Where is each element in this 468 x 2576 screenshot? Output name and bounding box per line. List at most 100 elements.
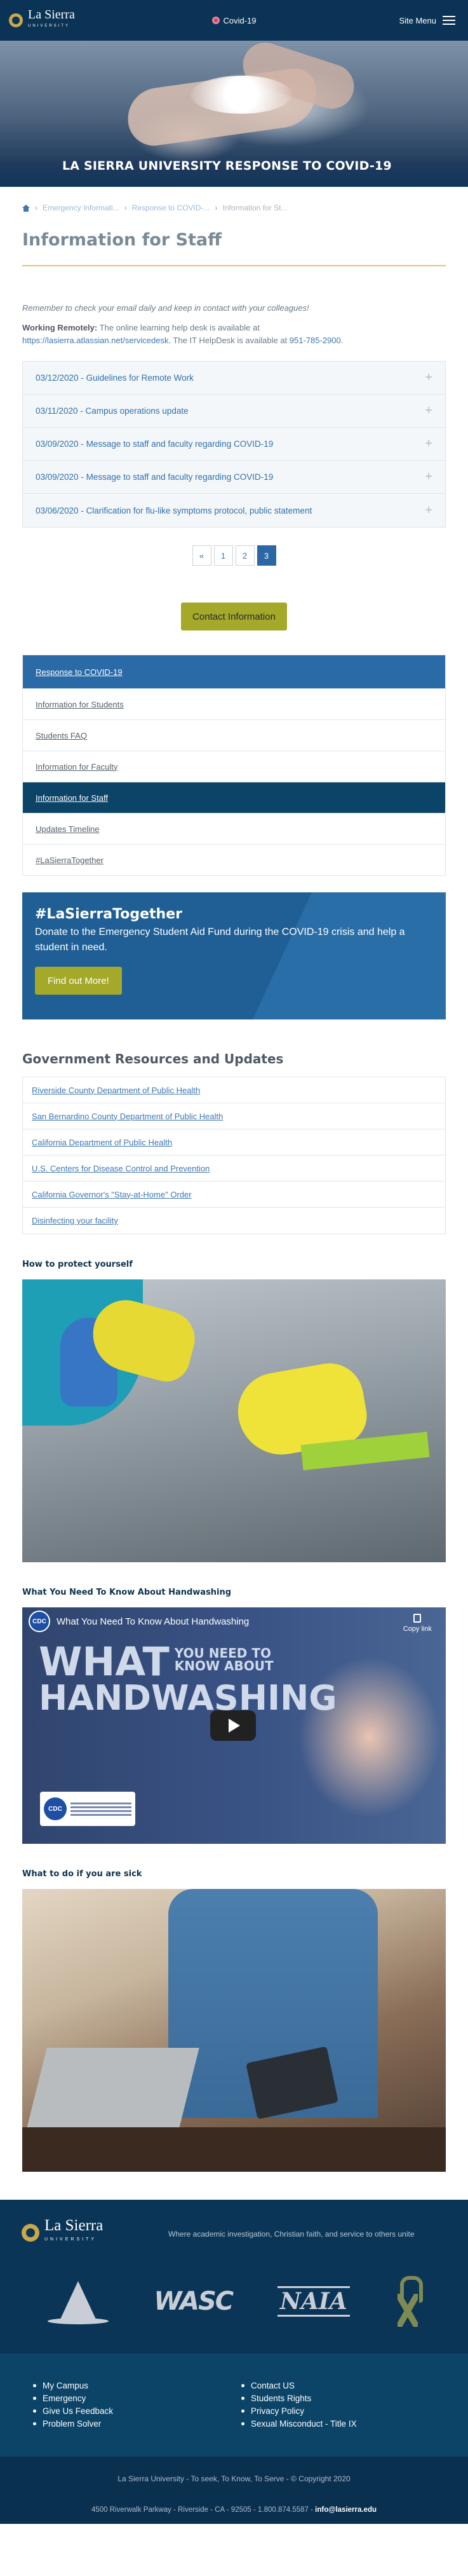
wasc-logo[interactable]: WASC [154,2287,234,2316]
site-logo[interactable]: La Sierra UNIVERSITY [9,8,75,32]
gov-link-stay-at-home[interactable]: California Governor's "Stay-at-Home" Ord… [23,1182,445,1208]
footer-link-my-campus[interactable]: My Campus [33,2379,241,2392]
accordion-item[interactable]: 03/06/2020 - Clarification for flu-like … [23,494,445,527]
plus-icon: + [425,470,432,484]
plus-icon: + [425,404,432,418]
donate-title: #LaSierraTogether [35,906,182,922]
footer-links: My Campus Emergency Give Us Feedback Pro… [0,2354,468,2457]
find-out-more-button[interactable]: Find out More! [35,967,122,995]
nav-info-students[interactable]: Information for Students [23,688,445,719]
video-thumbnail-text: WHAT YOU NEED TO KNOW ABOUT HANDWASHING [39,1639,337,1718]
top-bar: La Sierra UNIVERSITY Covid-19 Site Menu [0,0,468,41]
page-title: Information for Staff [22,224,446,266]
video-title-bar: CDC What You Need To Know About Handwash… [22,1607,446,1635]
footer-link-contact[interactable]: Contact US [241,2379,432,2392]
site-menu-label: Site Menu [399,15,436,25]
donate-text: Donate to the Emergency Student Aid Fund… [35,927,405,953]
working-remotely-text: Working Remotely: The online learning he… [22,322,446,347]
nav-students-faq[interactable]: Students FAQ [23,719,445,751]
logo-wordmark: La Sierra UNIVERSITY [28,8,75,28]
nav-info-faculty[interactable]: Information for Faculty [23,751,445,782]
site-menu-button[interactable]: Site Menu [399,16,455,25]
covid-link[interactable]: Covid-19 [211,15,257,25]
accordion-item[interactable]: 03/11/2020 - Campus operations update + [23,395,445,428]
gov-link-cdph[interactable]: California Department of Public Health [23,1129,445,1155]
adventist-church-logo-icon[interactable] [48,2275,109,2328]
badge-text-lines [70,1802,131,1816]
contact-information-button[interactable]: Contact Information [181,603,287,630]
university-seal-icon [22,2224,39,2242]
accordion-item-label: 03/06/2020 - Clarification for flu-like … [36,505,312,515]
footer-tagline: Where academic investigation, Christian … [168,2230,415,2239]
hamburger-icon [443,16,455,25]
working-text: . The IT HelpDesk is available at [168,336,288,345]
naia-logo[interactable]: NAIA [277,2286,350,2317]
handwashing-video[interactable]: CDC What You Need To Know About Handwash… [22,1607,446,1844]
pager-page-3[interactable]: 3 [257,545,276,566]
pager-page-1[interactable]: 1 [213,545,233,566]
footer-link-feedback[interactable]: Give Us Feedback [33,2404,241,2417]
accordion-item-label: 03/11/2020 - Campus operations update [36,406,189,416]
virus-icon [211,17,220,24]
gov-resources-list: Riverside County Department of Public He… [22,1077,446,1234]
copy-link-button[interactable]: Copy link [403,1614,432,1633]
covid-link-label: Covid-19 [223,15,257,25]
nav-info-staff[interactable]: Information for Staff [23,782,445,813]
reminder-text: Remember to check your email daily and k… [22,303,309,313]
footer-link-students-rights[interactable]: Students Rights [241,2392,432,2404]
hero-banner: LA SIERRA UNIVERSITY RESPONSE TO COVID-1… [0,41,468,187]
footer-link-privacy[interactable]: Privacy Policy [241,2404,432,2417]
nav-lasierratogether[interactable]: #LaSierraTogether [23,844,445,875]
plus-icon: + [425,503,432,517]
handwashing-title: What You Need To Know About Handwashing [22,1588,232,1597]
gov-link-riverside[interactable]: Riverside County Department of Public He… [23,1077,445,1103]
thumbnail-word: HANDWASHING [39,1678,337,1718]
breadcrumb-separator: › [215,203,218,212]
pagination: « 1 2 3 [22,545,446,566]
breadcrumb-emergency[interactable]: Emergency Informati... [43,203,119,212]
footer-link-emergency[interactable]: Emergency [33,2392,241,2404]
announcements-accordion: 03/12/2020 - Guidelines for Remote Work +… [22,361,446,528]
plus-icon: + [425,437,432,451]
accordion-item[interactable]: 03/09/2020 - Message to staff and facult… [23,461,445,494]
cdc-channel-icon[interactable]: CDC [29,1611,50,1632]
gov-link-disinfecting[interactable]: Disinfecting your facility [23,1208,445,1234]
partner-logos: WASC NAIA [0,2275,468,2328]
play-button-icon[interactable] [210,1710,256,1741]
working-remotely-label: Working Remotely: [22,323,98,332]
working-text: . [340,336,344,345]
footer-links-col-1: My Campus Emergency Give Us Feedback Pro… [33,2379,241,2457]
email-link[interactable]: info@lasierra.edu [315,2506,377,2514]
address-text: 4500 Riverwalk Parkway - Riverside - CA … [91,2506,316,2514]
servicedesk-link[interactable]: https://lasierra.atlassian.net/servicede… [22,336,169,345]
contact-wrap: Contact Information [22,603,446,630]
gov-link-san-bernardino[interactable]: San Bernardino County Department of Publ… [23,1103,445,1129]
nav-updates-timeline[interactable]: Updates Timeline [23,813,445,844]
footer-link-problem-solver[interactable]: Problem Solver [33,2417,241,2430]
address-line: 4500 Riverwalk Parkway - Riverside - CA … [0,2506,468,2514]
gov-link-cdc[interactable]: U.S. Centers for Disease Control and Pre… [23,1155,445,1182]
footer-logo[interactable]: La Sierra UNIVERSITY [22,2218,103,2247]
footer-bottom: La Sierra University - To seek, To Know,… [0,2457,468,2524]
breadcrumb: › Emergency Informati... › Response to C… [22,187,446,224]
pager-prev[interactable]: « [192,545,211,566]
section-nav: Response to COVID-19 Information for Stu… [22,655,446,876]
nav-response-covid[interactable]: Response to COVID-19 [23,655,445,688]
helpdesk-phone-link[interactable]: 951-785-2900 [290,336,341,345]
footer-top: La Sierra UNIVERSITY Where academic inves… [0,2200,468,2354]
plus-icon: + [425,371,432,385]
video-title[interactable]: What You Need To Know About Handwashing [57,1616,249,1627]
desk-shape [22,2127,446,2172]
breadcrumb-response[interactable]: Response to COVID-... [132,203,210,212]
accordion-item[interactable]: 03/09/2020 - Message to staff and facult… [23,428,445,461]
pager-page-2[interactable]: 2 [235,545,255,566]
awareness-ribbon-icon[interactable] [395,2276,423,2327]
accordion-item-label: 03/09/2020 - Message to staff and facult… [36,472,274,482]
copy-link-label: Copy link [403,1625,432,1633]
sick-title: What to do if you are sick [22,1869,142,1879]
home-icon[interactable] [22,204,30,212]
accordion-item[interactable]: 03/12/2020 - Guidelines for Remote Work + [23,362,445,395]
thumbnail-word: WHAT [39,1639,170,1685]
footer-link-title-ix[interactable]: Sexual Misconduct - Title IX [241,2417,432,2430]
thumbnail-subtext: YOU NEED TO KNOW ABOUT [174,1646,274,1673]
